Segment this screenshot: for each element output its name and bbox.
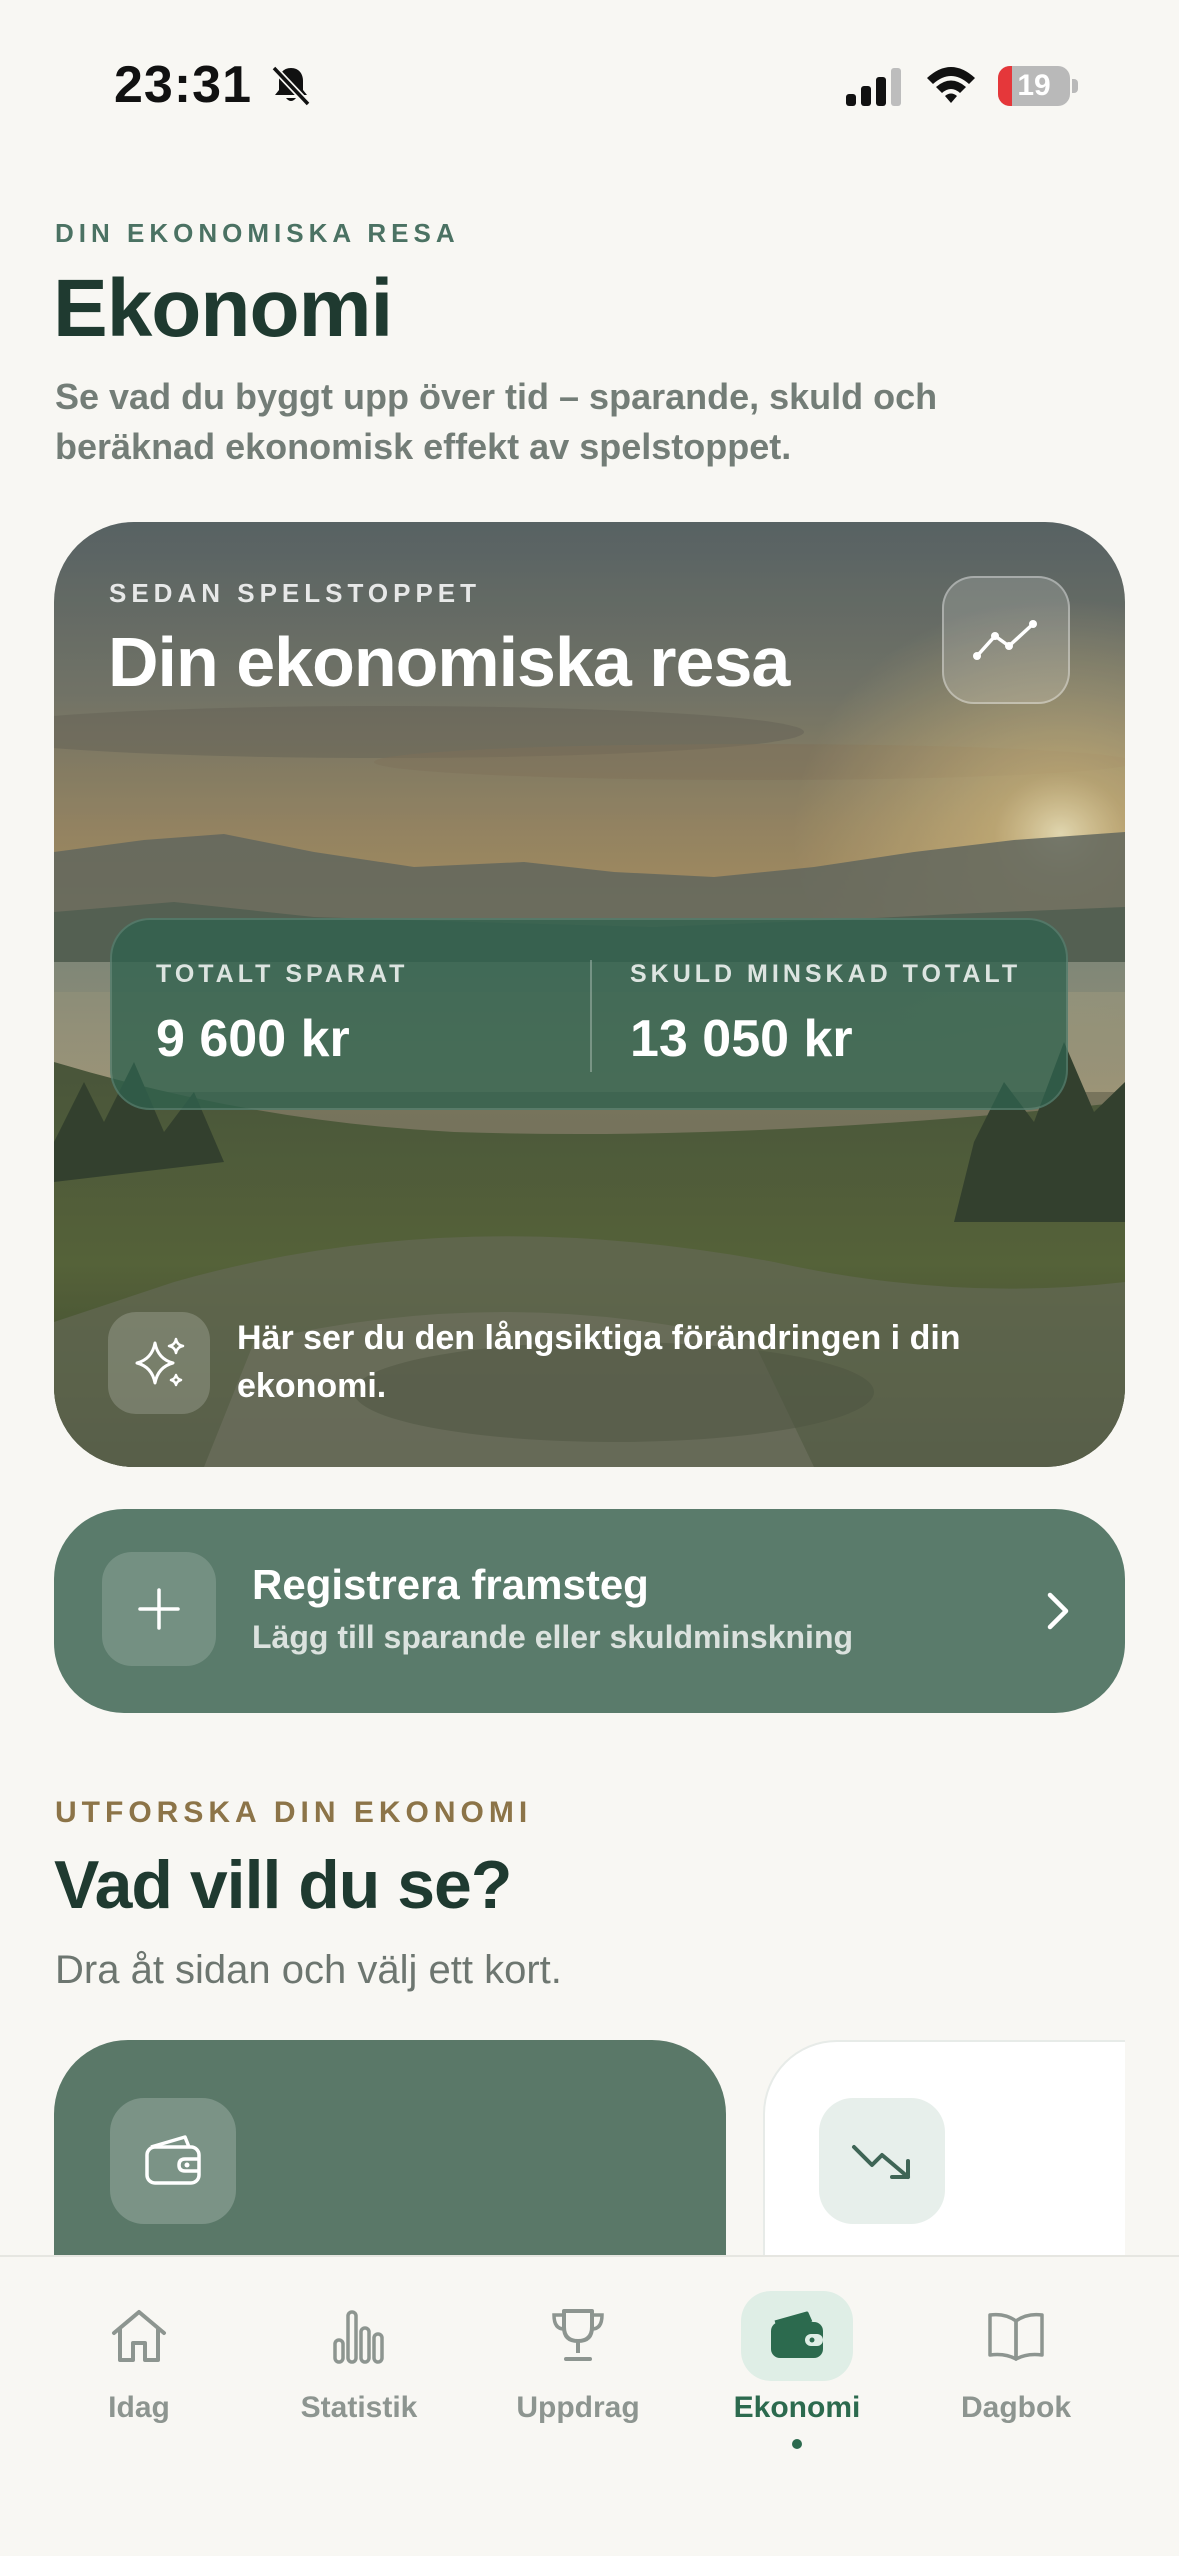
register-title: Registrera framsteg — [252, 1561, 649, 1608]
bell-slash-icon — [271, 65, 311, 107]
wifi-icon — [927, 67, 975, 103]
explore-title: Vad vill du se? — [54, 1847, 512, 1923]
explore-eyebrow: UTFORSKA DIN EKONOMI — [55, 1796, 533, 1829]
tab-label: Statistik — [300, 2391, 418, 2424]
chevron-right-icon — [1047, 1592, 1069, 1630]
hero-card: SEDAN SPELSTOPPET Din ekonomiska resa TO… — [54, 522, 1125, 1467]
tab-label: Idag — [108, 2391, 170, 2424]
page-title: Ekonomi — [53, 263, 393, 354]
stat-total-saved: TOTALT SPARAT 9 600 kr — [156, 960, 408, 1069]
hero-title: Din ekonomiska resa — [108, 623, 790, 701]
explore-card-savings[interactable] — [54, 2040, 726, 2255]
active-tab-indicator — [792, 2439, 802, 2449]
trend-button[interactable] — [942, 576, 1070, 704]
hero-eyebrow: SEDAN SPELSTOPPET — [109, 578, 482, 608]
cellular-signal-icon — [846, 68, 901, 106]
stat-debt-reduced: SKULD MINSKAD TOTALT 13 050 kr — [630, 960, 1021, 1069]
bar-chart-icon — [333, 2310, 384, 2364]
trend-line-icon — [973, 620, 1037, 660]
stat-value: 9 600 kr — [156, 1010, 350, 1068]
register-subtitle: Lägg till sparande eller skuldminskning — [252, 1619, 854, 1655]
trending-down-icon — [852, 2145, 910, 2179]
plus-icon — [138, 1588, 180, 1630]
wallet-icon — [771, 2311, 823, 2358]
card-icon-box — [110, 2098, 236, 2224]
status-bar: 23:31 19 — [0, 0, 1179, 170]
stat-label: TOTALT SPARAT — [156, 960, 409, 988]
battery-percent: 19 — [1017, 69, 1051, 102]
tab-label: Uppdrag — [516, 2391, 640, 2424]
register-progress-button[interactable]: Registrera framsteg Lägg till sparande e… — [54, 1509, 1125, 1713]
sparkles-icon — [135, 1337, 185, 1387]
explore-subtitle: Dra åt sidan och välj ett kort. — [55, 1948, 562, 1992]
wallet-icon — [145, 2135, 201, 2185]
battery-indicator: 19 — [998, 66, 1078, 106]
stats-panel: TOTALT SPARAT 9 600 kr SKULD MINSKAD TOT… — [110, 918, 1068, 1110]
book-icon — [988, 2312, 1044, 2361]
card-icon-box — [819, 2098, 945, 2224]
page-subtitle: Se vad du byggt upp över tid – sparande,… — [55, 376, 938, 467]
home-icon — [112, 2310, 166, 2362]
hero-note: Här ser du den långsiktiga förändringen … — [237, 1319, 961, 1405]
tab-label: Dagbok — [960, 2391, 1072, 2424]
hero-note-icon-box — [108, 1312, 210, 1414]
page-eyebrow: DIN EKONOMISKA RESA — [55, 218, 460, 248]
stat-divider — [590, 960, 592, 1072]
tab-label: Ekonomi — [733, 2391, 861, 2424]
status-time: 23:31 — [114, 56, 252, 114]
explore-card-debt[interactable] — [763, 2040, 1163, 2255]
register-plus-box — [102, 1552, 216, 1666]
trophy-icon — [552, 2309, 604, 2361]
explore-carousel[interactable] — [0, 2040, 1179, 2255]
stat-label: SKULD MINSKAD TOTALT — [630, 960, 1022, 988]
stat-value: 13 050 kr — [630, 1010, 853, 1068]
tab-bar: Idag Statistik Uppdrag Ekonomi Dagbok — [0, 2255, 1179, 2556]
